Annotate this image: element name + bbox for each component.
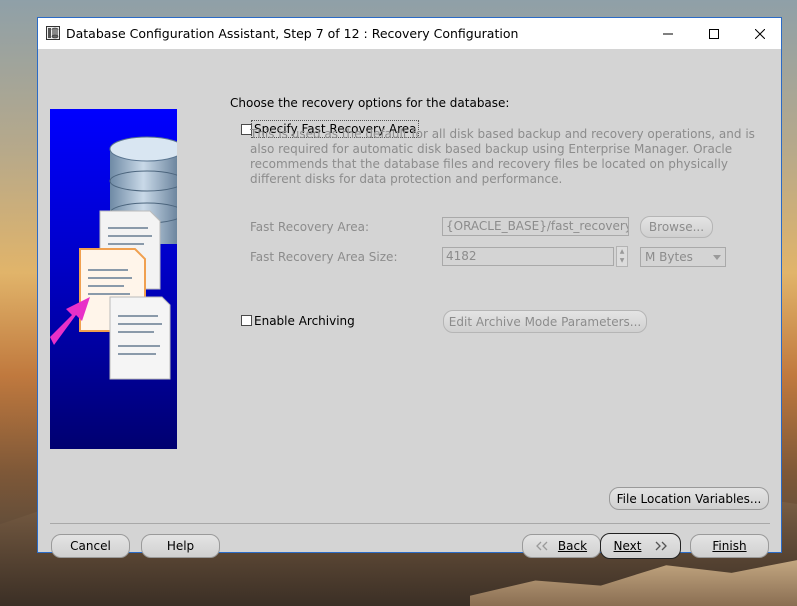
browse-button[interactable]: Browse... — [640, 216, 713, 238]
fast-recovery-area-field-label: Fast Recovery Area: — [250, 220, 370, 234]
recovery-options-heading: Choose the recovery options for the data… — [230, 96, 510, 110]
maximize-icon — [709, 28, 719, 39]
chevron-right-icon — [656, 541, 668, 551]
fast-recovery-description: This is used as the default for all disk… — [250, 127, 755, 186]
chevron-left-icon — [536, 541, 548, 551]
close-button[interactable] — [737, 18, 783, 49]
spinner-down-icon[interactable]: ▼ — [617, 256, 627, 265]
maximize-button[interactable] — [691, 18, 737, 49]
chevron-down-icon — [713, 255, 721, 260]
dbca-window: Database Configuration Assistant, Step 7… — [37, 17, 782, 559]
close-icon — [755, 28, 765, 39]
back-label: Back — [557, 539, 588, 553]
size-unit-value: M Bytes — [645, 250, 693, 264]
size-unit-select[interactable]: M Bytes — [640, 247, 726, 267]
spinner-up-icon[interactable]: ▲ — [617, 247, 627, 256]
enable-archiving-label[interactable]: Enable Archiving — [254, 314, 355, 328]
fast-recovery-size-label: Fast Recovery Area Size: — [250, 250, 398, 264]
title-bar[interactable]: Database Configuration Assistant, Step 7… — [38, 18, 781, 49]
minimize-icon — [663, 33, 673, 34]
minimize-button[interactable] — [645, 18, 691, 49]
fast-recovery-size-input[interactable]: 4182 — [442, 247, 614, 266]
file-location-variables-button[interactable]: File Location Variables... — [609, 487, 769, 510]
enable-archiving-checkbox[interactable] — [241, 315, 252, 326]
finish-label: Finish — [712, 539, 747, 553]
cancel-button[interactable]: Cancel — [51, 534, 130, 558]
next-button[interactable]: Next — [600, 533, 681, 559]
edit-archive-params-button[interactable]: Edit Archive Mode Parameters... — [443, 310, 647, 333]
fast-recovery-area-input[interactable]: {ORACLE_BASE}/fast_recovery_a — [442, 217, 629, 236]
back-button[interactable]: Back — [522, 534, 601, 558]
wizard-side-image — [50, 109, 177, 449]
footer-separator — [50, 523, 770, 524]
window-title: Database Configuration Assistant, Step 7… — [66, 26, 519, 41]
next-label: Next — [613, 539, 642, 553]
database-app-icon — [46, 26, 60, 40]
help-button[interactable]: Help — [141, 534, 220, 558]
size-spinner[interactable]: ▲ ▼ — [616, 246, 628, 267]
wizard-content: Choose the recovery options for the data… — [38, 49, 781, 559]
finish-button[interactable]: Finish — [690, 534, 769, 558]
